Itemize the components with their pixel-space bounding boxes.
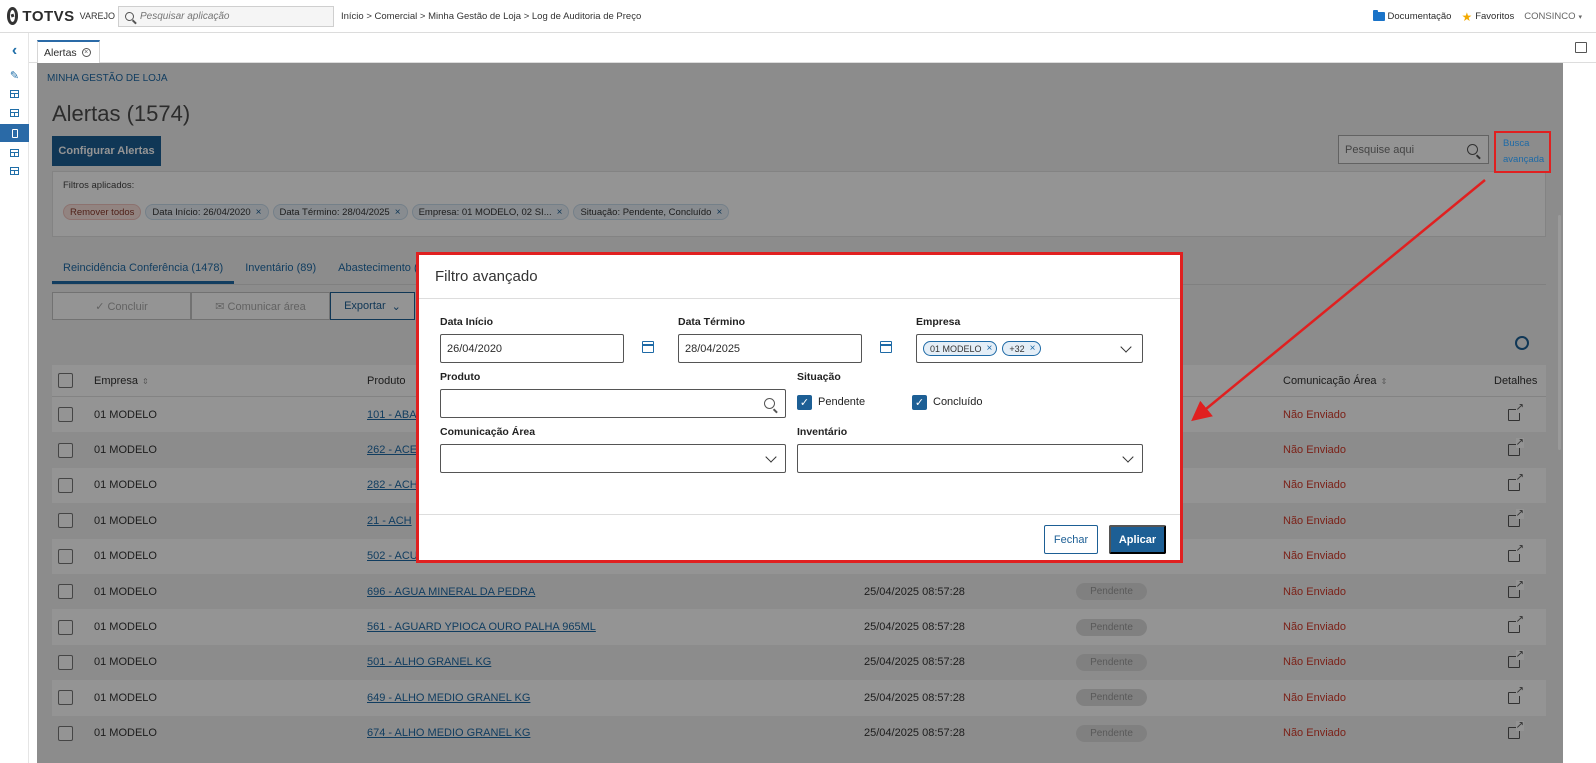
pendente-label: Pendente [818, 396, 866, 408]
inventario-select[interactable] [797, 444, 1143, 473]
left-sidebar: ‹ ✎ [0, 33, 29, 763]
star-icon: ★ [1461, 9, 1473, 24]
user-name: CONSINCO [1524, 11, 1576, 22]
chevron-left-icon: ‹ [11, 42, 18, 59]
comunicacao-select[interactable] [440, 444, 786, 473]
grid-icon [10, 109, 19, 117]
chevron-down-icon [1122, 451, 1134, 463]
totvs-logo-icon [7, 7, 19, 25]
grid-icon [10, 167, 19, 175]
dialog-footer-divider [419, 514, 1180, 515]
pencil-icon: ✎ [9, 69, 20, 82]
empresa-multiselect[interactable]: 01 MODELO × +32 × [916, 334, 1143, 363]
favorites-link[interactable]: ★ Favoritos [1461, 10, 1514, 24]
sidebar-item-grid-2[interactable] [0, 104, 29, 122]
close-icon[interactable]: × [987, 343, 993, 354]
calendar-icon[interactable] [642, 341, 654, 353]
data-inicio-field[interactable]: 26/04/2020 [440, 334, 624, 363]
totvs-logo[interactable]: TOTVS VAREJO [7, 7, 115, 25]
favorites-label: Favoritos [1475, 11, 1515, 22]
scrollbar[interactable] [1558, 215, 1561, 450]
top-right-menu: Documentação ★ Favoritos CONSINCO ▾ [1372, 0, 1582, 33]
empresa-more-label: +32 [1009, 343, 1025, 354]
app-search-box[interactable] [118, 5, 334, 27]
grid-icon [10, 90, 19, 98]
empresa-chip-label: 01 MODELO [930, 343, 982, 354]
produto-label: Produto [440, 371, 481, 383]
situacao-label: Situação [797, 371, 841, 383]
search-icon [125, 11, 134, 21]
advanced-search-link[interactable]: Busca avançada [1503, 136, 1544, 168]
sidebar-item-grid-4[interactable] [0, 162, 29, 180]
grid-icon [10, 149, 19, 157]
tab-alertas[interactable]: Alertas × [37, 40, 100, 63]
user-menu[interactable]: CONSINCO ▾ [1524, 11, 1582, 22]
data-inicio-label: Data Início [440, 316, 494, 328]
concluido-checkbox[interactable]: ✓ [912, 395, 927, 410]
window-icon[interactable] [1575, 42, 1587, 53]
empresa-label: Empresa [916, 316, 961, 328]
empresa-more-chip[interactable]: +32 × [1002, 341, 1041, 356]
chevron-down-icon[interactable] [1120, 341, 1132, 353]
sidebar-item-grid-1[interactable] [0, 85, 29, 103]
calendar-icon[interactable] [880, 341, 892, 353]
sidebar-item-edit[interactable]: ✎ [0, 66, 29, 84]
documentation-label: Documentação [1387, 11, 1452, 22]
dialog-title: Filtro avançado [419, 255, 1180, 299]
brand-name: TOTVS [22, 7, 75, 25]
tab-strip: Alertas × [29, 33, 1596, 63]
close-icon[interactable]: × [1030, 343, 1036, 354]
data-termino-label: Data Término [678, 316, 746, 328]
apply-button[interactable]: Aplicar [1109, 525, 1166, 554]
comunicacao-label: Comunicação Área [440, 426, 536, 438]
folder-icon [1372, 10, 1385, 21]
documentation-link[interactable]: Documentação [1372, 10, 1452, 22]
tab-label: Alertas [44, 46, 77, 59]
inventario-label: Inventário [797, 426, 848, 438]
data-inicio-value: 26/04/2020 [447, 342, 503, 355]
produto-field[interactable] [440, 389, 786, 418]
advanced-search-line2: avançada [1503, 154, 1545, 165]
sidebar-item-grid-3[interactable] [0, 144, 29, 162]
breadcrumb: Início > Comercial > Minha Gestão de Loj… [341, 10, 642, 22]
close-icon[interactable]: × [81, 48, 91, 57]
data-termino-field[interactable]: 28/04/2025 [678, 334, 862, 363]
top-bar: TOTVS VAREJO Início > Comercial > Minha … [0, 0, 1596, 33]
concluido-label: Concluído [933, 396, 983, 408]
close-button[interactable]: Fechar [1044, 525, 1098, 554]
brand-sub: VAREJO [79, 11, 115, 21]
chevron-down-icon: ▾ [1578, 13, 1582, 21]
advanced-filter-dialog: Filtro avançado Data Início 26/04/2020 D… [416, 252, 1183, 563]
pendente-checkbox[interactable]: ✓ [797, 395, 812, 410]
empresa-chip[interactable]: 01 MODELO × [923, 341, 998, 356]
search-icon[interactable] [764, 398, 775, 409]
collapse-sidebar-button[interactable]: ‹ [0, 42, 29, 60]
chevron-down-icon [765, 451, 777, 463]
mobile-icon [11, 128, 18, 138]
app-search-input[interactable] [140, 10, 320, 22]
sidebar-item-mobile[interactable] [0, 124, 29, 142]
advanced-search-line1: Busca [1503, 138, 1530, 149]
data-termino-value: 28/04/2025 [685, 342, 741, 355]
